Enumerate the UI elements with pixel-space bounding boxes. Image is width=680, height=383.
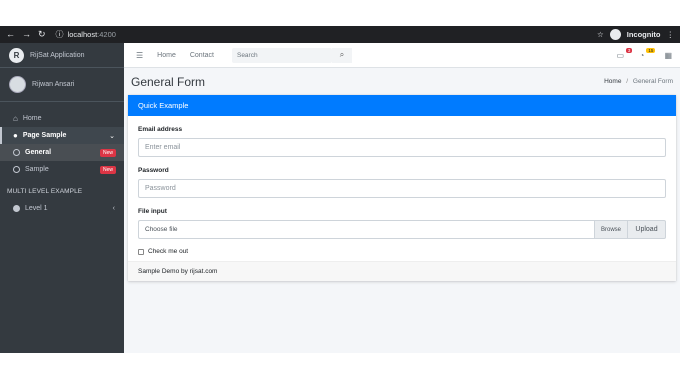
url-host: localhost [67,30,98,39]
file-input-group: Choose file Browse Upload [138,220,666,239]
sidebar-item-home[interactable]: ⌂ Home [0,110,124,127]
breadcrumb-separator: / [626,78,629,85]
brand[interactable]: R RijSat Application [0,43,124,68]
reload-icon[interactable]: ↻ [38,30,46,39]
notifications-icon[interactable]: ◔ 15 [639,47,656,60]
chevron-left-icon: ‹ [112,205,115,212]
check-me-out-checkbox[interactable] [138,248,144,255]
notifications-count-badge: 15 [646,47,656,53]
user-panel[interactable]: Rijwan Ansari [0,68,124,102]
search-input[interactable]: Search [231,47,332,63]
sidebar-item-general[interactable]: General New [0,144,124,161]
email-label: Email address [138,126,183,133]
hamburger-icon[interactable]: ☰ [136,51,143,60]
card-body: Email address Enter email Password Passw… [128,116,676,261]
brand-logo: R [9,47,24,63]
check-row: Check me out [138,248,666,255]
sidebar: R RijSat Application Rijwan Ansari ⌂ Hom… [0,43,124,353]
content-header: General Form Home / General Form [124,68,680,95]
url-port: :4200 [97,30,116,39]
breadcrumb: Home / General Form [604,78,673,85]
app-frame: ← → ↻ ⓘ localhost:4200 ☆ Incognito ⋮ R R… [0,26,680,353]
card-footer: Sample Demo by rijsat.com [128,261,676,281]
info-icon: ⓘ [55,30,64,39]
status-badge: New [99,148,116,157]
sidebar-menu: ⌂ Home ● Page Sample ⌄ General New Sampl… [0,102,124,217]
chevron-down-icon: ⌄ [109,132,115,140]
brand-text: RijSat Application [30,51,85,59]
search-icon[interactable]: ⌕ [331,47,352,63]
forward-icon[interactable]: → [22,30,31,39]
messages-count-badge: 3 [625,47,633,53]
user-name: Rijwan Ansari [32,81,75,88]
password-field[interactable]: Password [138,179,666,198]
sidebar-item-label: Level 1 [25,205,48,212]
breadcrumb-current: General Form [632,78,673,85]
back-icon[interactable]: ← [6,30,15,39]
email-field[interactable]: Enter email [138,138,666,157]
circle-icon [13,149,20,156]
check-label: Check me out [148,248,189,255]
nav-link-home[interactable]: Home [157,52,176,59]
incognito-icon [609,29,621,40]
sidebar-item-label: Page Sample [22,132,67,139]
status-badge: New [99,165,116,174]
page-title: General Form [131,74,206,89]
circle-icon [13,166,20,173]
grid-icon[interactable]: ▦ [664,51,672,60]
messages-icon[interactable]: ▭ 3 [616,47,633,60]
star-icon[interactable]: ☆ [597,30,604,39]
menu-dots-icon[interactable]: ⋮ [667,30,675,39]
browser-toolbar: ← → ↻ ⓘ localhost:4200 ☆ Incognito ⋮ [0,26,680,43]
file-input[interactable]: Choose file [138,220,594,239]
avatar [9,76,26,93]
sidebar-section-header: MULTI LEVEL EXAMPLE [7,188,83,195]
nav-link-contact[interactable]: Contact [190,52,214,59]
home-icon: ⌂ [13,114,18,123]
browse-button[interactable]: Browse [594,220,628,239]
card-title: Quick Example [128,95,676,116]
file-label: File input [138,208,167,215]
sidebar-item-level-1[interactable]: Level 1 ‹ [0,200,124,217]
upload-button[interactable]: Upload [628,220,666,239]
form-card: Quick Example Email address Enter email … [128,95,676,281]
sidebar-item-label: Sample [25,166,49,173]
sidebar-item-label: General [25,149,52,156]
profile-label[interactable]: Incognito [627,30,661,39]
sidebar-item-sample[interactable]: Sample New [0,161,124,178]
main-content: General Form Home / General Form Quick E… [124,68,680,353]
address-bar[interactable]: ⓘ localhost:4200 [56,29,116,40]
circle-icon [13,205,20,212]
sidebar-item-label: Home [22,115,42,122]
sidebar-item-page-sample[interactable]: ● Page Sample ⌄ [0,127,124,144]
top-navbar: ☰ Home Contact Search ⌕ ▭ 3 ◔ 15 ▦ [124,43,680,68]
breadcrumb-home[interactable]: Home [604,78,621,85]
password-label: Password [138,167,169,174]
user-icon: ● [13,131,18,140]
